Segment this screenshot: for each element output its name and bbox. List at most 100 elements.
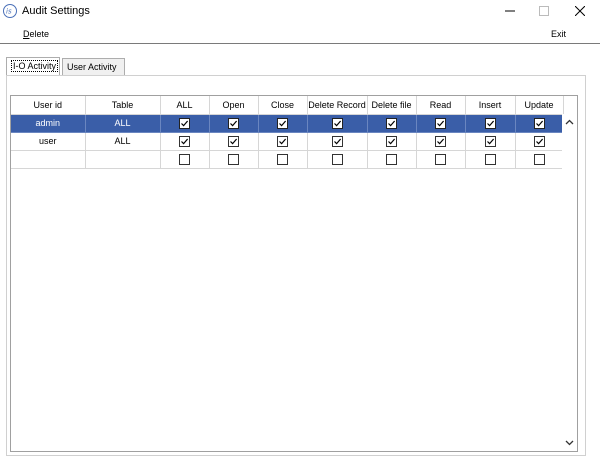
- col-header-close[interactable]: Close: [258, 96, 308, 115]
- cell-close: [258, 150, 308, 169]
- cell-open: [209, 132, 259, 151]
- checkbox-all[interactable]: [179, 153, 190, 165]
- cell-user-id[interactable]: admin: [11, 114, 86, 133]
- header-row: User id Table ALL Open Close Delete Reco…: [11, 96, 564, 115]
- checkbox-delete-record[interactable]: [331, 153, 343, 165]
- cell-read: [416, 132, 466, 151]
- tab-user-activity[interactable]: User Activity: [62, 58, 125, 75]
- col-header-read[interactable]: Read: [416, 96, 466, 115]
- menu-delete-label: elete: [29, 29, 50, 39]
- cell-table[interactable]: ALL: [85, 114, 161, 133]
- cell-table[interactable]: ALL: [85, 132, 161, 151]
- checkmark-icon: [181, 120, 189, 127]
- checkbox-update[interactable]: [533, 117, 545, 129]
- svg-text:is: is: [6, 8, 12, 16]
- col-header-user-id[interactable]: User id: [11, 96, 86, 115]
- col-header-open[interactable]: Open: [209, 96, 259, 115]
- cell-update: [515, 150, 564, 169]
- checkbox-delete-file[interactable]: [386, 153, 397, 165]
- cell-update: [515, 132, 564, 151]
- title-bar: is Audit Settings: [0, 0, 600, 24]
- checkbox-update[interactable]: [533, 135, 545, 147]
- checkbox-update[interactable]: [533, 153, 545, 165]
- menu-delete[interactable]: Delete: [23, 29, 49, 39]
- checkbox-all[interactable]: [179, 135, 190, 147]
- cell-delete-file: [367, 132, 417, 151]
- table-row[interactable]: [11, 150, 564, 169]
- cell-insert: [465, 114, 516, 133]
- cell-all: [160, 132, 210, 151]
- scroll-up-button[interactable]: [564, 117, 575, 127]
- menu-exit[interactable]: Exit: [551, 29, 566, 39]
- tab-io-activity[interactable]: I-O Activity: [6, 57, 60, 75]
- cell-table[interactable]: [85, 150, 161, 169]
- audit-table: User id Table ALL Open Close Delete Reco…: [11, 96, 564, 169]
- col-header-update[interactable]: Update: [515, 96, 564, 115]
- checkmark-icon: [333, 138, 341, 145]
- close-button[interactable]: [566, 2, 594, 20]
- audit-grid: User id Table ALL Open Close Delete Reco…: [10, 95, 578, 452]
- checkbox-all[interactable]: [179, 117, 190, 129]
- cell-open: [209, 114, 259, 133]
- tab-user-activity-label: User Activity: [67, 62, 117, 72]
- checkbox-close[interactable]: [277, 153, 288, 165]
- cell-read: [416, 150, 466, 169]
- checkmark-icon: [486, 138, 494, 145]
- checkmark-icon: [437, 120, 445, 127]
- vertical-scrollbar[interactable]: [562, 114, 577, 451]
- col-header-insert[interactable]: Insert: [465, 96, 516, 115]
- checkmark-icon: [181, 138, 189, 145]
- window-title: Audit Settings: [22, 5, 90, 17]
- table-row[interactable]: admin ALL: [11, 114, 564, 133]
- checkbox-delete-file[interactable]: [386, 135, 397, 147]
- checkmark-icon: [535, 138, 543, 145]
- checkmark-icon: [333, 120, 341, 127]
- scroll-down-button[interactable]: [564, 438, 575, 448]
- cell-update: [515, 114, 564, 133]
- table-row[interactable]: user ALL: [11, 132, 564, 151]
- app-logo-icon: is: [3, 4, 17, 18]
- checkmark-icon: [486, 120, 494, 127]
- checkbox-close[interactable]: [277, 117, 288, 129]
- checkbox-insert[interactable]: [484, 153, 496, 165]
- cell-insert: [465, 150, 516, 169]
- maximize-icon: [539, 6, 549, 16]
- checkbox-open[interactable]: [228, 135, 239, 147]
- checkbox-insert[interactable]: [484, 117, 496, 129]
- tab-io-activity-label: I-O Activity: [11, 60, 59, 72]
- checkmark-icon: [230, 120, 238, 127]
- chevron-down-icon: [565, 440, 574, 446]
- checkbox-delete-record[interactable]: [331, 117, 343, 129]
- cell-delete-file: [367, 114, 417, 133]
- col-header-delete-file[interactable]: Delete file: [367, 96, 417, 115]
- cell-delete-record: [307, 150, 368, 169]
- checkmark-icon: [388, 138, 396, 145]
- checkbox-delete-file[interactable]: [386, 117, 397, 129]
- col-header-all[interactable]: ALL: [160, 96, 210, 115]
- cell-delete-file: [367, 150, 417, 169]
- minimize-icon: [505, 10, 515, 12]
- checkmark-icon: [279, 138, 287, 145]
- cell-all: [160, 150, 210, 169]
- checkbox-read[interactable]: [435, 135, 446, 147]
- cell-user-id[interactable]: [11, 150, 86, 169]
- checkbox-delete-record[interactable]: [331, 135, 343, 147]
- cell-delete-record: [307, 114, 368, 133]
- checkbox-insert[interactable]: [484, 135, 496, 147]
- col-header-table[interactable]: Table: [85, 96, 161, 115]
- cell-all: [160, 114, 210, 133]
- cell-open: [209, 150, 259, 169]
- checkbox-open[interactable]: [228, 117, 239, 129]
- maximize-button[interactable]: [530, 2, 558, 20]
- checkbox-read[interactable]: [435, 117, 446, 129]
- checkbox-open[interactable]: [228, 153, 239, 165]
- cell-insert: [465, 132, 516, 151]
- menu-bar: Delete Exit: [0, 26, 600, 44]
- minimize-button[interactable]: [496, 2, 524, 20]
- cell-user-id[interactable]: user: [11, 132, 86, 151]
- checkbox-close[interactable]: [277, 135, 288, 147]
- checkmark-icon: [279, 120, 287, 127]
- checkbox-read[interactable]: [435, 153, 446, 165]
- checkmark-icon: [437, 138, 445, 145]
- col-header-delete-record[interactable]: Delete Record: [307, 96, 368, 115]
